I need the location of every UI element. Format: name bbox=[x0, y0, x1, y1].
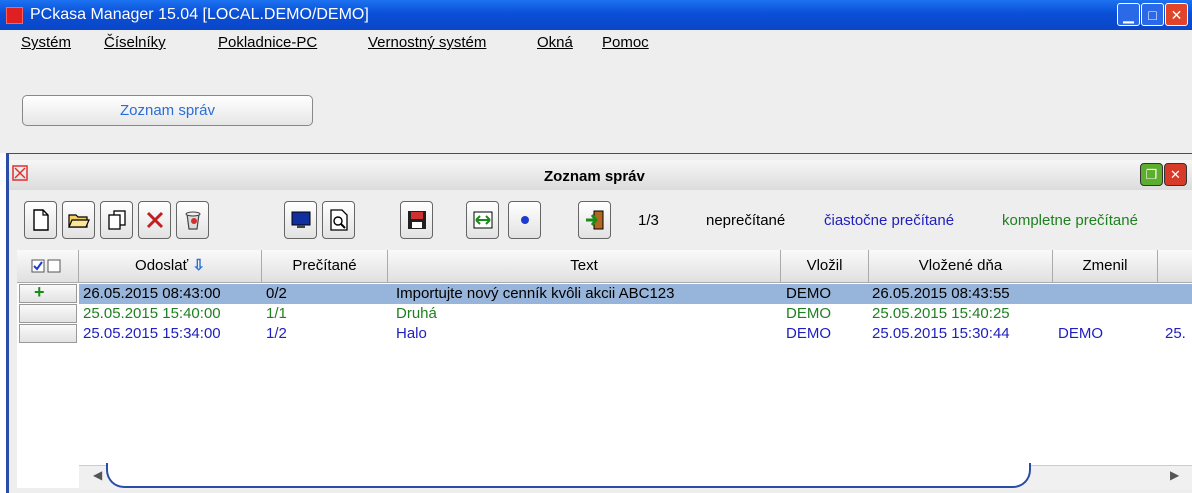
exit-button[interactable] bbox=[578, 201, 611, 239]
table-row[interactable]: 25.05.2015 15:34:00 1/2 Halo DEMO 25.05.… bbox=[79, 324, 1192, 344]
header-odoslat[interactable]: Odoslať ⇩ bbox=[79, 250, 262, 283]
header-odoslat-label: Odoslať bbox=[135, 257, 189, 274]
legend-fully-read: kompletne prečítané bbox=[1002, 212, 1138, 229]
internal-window-title: Zoznam správ bbox=[544, 168, 645, 185]
table-row[interactable]: 25.05.2015 15:40:00 1/1 Druhá DEMO 25.05… bbox=[79, 304, 1192, 324]
delete-icon bbox=[146, 211, 163, 229]
menu-bar bbox=[0, 30, 1192, 61]
legend-unread: neprečítané bbox=[706, 212, 786, 229]
page-counter: 1/3 bbox=[638, 212, 659, 229]
select-all-checkbox[interactable] bbox=[17, 250, 79, 283]
copy-button[interactable] bbox=[100, 201, 133, 239]
scrollbar-thumb[interactable] bbox=[106, 463, 1031, 488]
menu-system[interactable]: Systém bbox=[21, 34, 71, 51]
plus-icon: + bbox=[34, 282, 45, 302]
scroll-right-icon[interactable]: ▶ bbox=[1170, 468, 1179, 482]
cell-vlozil: DEMO bbox=[786, 305, 831, 322]
header-vlozil[interactable]: Vložil bbox=[781, 250, 869, 283]
window-title: PCkasa Manager 15.04 [LOCAL.DEMO/DEMO] bbox=[30, 6, 369, 23]
cell-odoslat: 26.05.2015 08:43:00 bbox=[83, 285, 221, 302]
cell-text: Halo bbox=[396, 325, 427, 342]
monitor-icon bbox=[291, 211, 310, 228]
app-icon bbox=[6, 7, 23, 24]
internal-window-icon bbox=[12, 165, 28, 181]
header-precitane[interactable]: Prečítané bbox=[262, 250, 388, 283]
transfer-icon bbox=[473, 211, 492, 229]
cell-precitane: 1/2 bbox=[266, 325, 287, 342]
legend-partially-read: čiastočne prečítané bbox=[824, 212, 955, 229]
cell-extra: 25. bbox=[1165, 325, 1186, 342]
copy-icon bbox=[107, 210, 126, 230]
header-next bbox=[1158, 250, 1192, 283]
save-button[interactable] bbox=[400, 201, 433, 239]
transfer-button[interactable] bbox=[466, 201, 499, 239]
cell-precitane: 1/1 bbox=[266, 305, 287, 322]
menu-okna[interactable]: Okná bbox=[537, 34, 573, 51]
menu-pokladnice[interactable]: Pokladnice-PC bbox=[218, 34, 317, 51]
exit-door-icon bbox=[585, 210, 603, 230]
sort-down-icon: ⇩ bbox=[192, 257, 205, 274]
cell-precitane: 0/2 bbox=[266, 285, 287, 302]
delete-button[interactable] bbox=[138, 201, 171, 239]
header-zmenil[interactable]: Zmenil bbox=[1053, 250, 1158, 283]
cell-text: Importujte nový cenník kvôli akcii ABC12… bbox=[396, 285, 675, 302]
menu-pomoc[interactable]: Pomoc bbox=[602, 34, 649, 51]
restore-window-button[interactable]: ❐ bbox=[1140, 163, 1163, 186]
record-button[interactable] bbox=[508, 201, 541, 239]
header-vlozene-dna[interactable]: Vložené dňa bbox=[869, 250, 1053, 283]
cell-odoslat: 25.05.2015 15:34:00 bbox=[83, 325, 221, 342]
cell-odoslat: 25.05.2015 15:40:00 bbox=[83, 305, 221, 322]
scroll-left-icon[interactable]: ◀ bbox=[93, 468, 102, 482]
cell-text: Druhá bbox=[396, 305, 437, 322]
cell-vlozene-dna: 26.05.2015 08:43:55 bbox=[872, 285, 1010, 302]
tab-zoznam-sprav[interactable]: Zoznam správ bbox=[22, 95, 313, 126]
new-document-icon bbox=[32, 209, 49, 231]
cell-vlozene-dna: 25.05.2015 15:30:44 bbox=[872, 325, 1010, 342]
window-titlebar: PCkasa Manager 15.04 [LOCAL.DEMO/DEMO] ▁… bbox=[0, 0, 1192, 30]
dot-icon bbox=[520, 216, 529, 224]
save-disk-icon bbox=[407, 211, 426, 229]
open-button[interactable] bbox=[62, 201, 95, 239]
monitor-button[interactable] bbox=[284, 201, 317, 239]
menu-ciselniky[interactable]: Číselníky bbox=[104, 34, 166, 51]
header-text[interactable]: Text bbox=[388, 250, 781, 283]
cell-vlozil: DEMO bbox=[786, 285, 831, 302]
recycle-bin-button[interactable] bbox=[176, 201, 209, 239]
maximize-button[interactable]: □ bbox=[1141, 3, 1164, 26]
cell-vlozil: DEMO bbox=[786, 325, 831, 342]
row-header[interactable] bbox=[19, 304, 77, 323]
row-header[interactable]: + bbox=[19, 282, 77, 303]
trash-icon bbox=[185, 211, 200, 230]
cell-zmenil: DEMO bbox=[1058, 325, 1103, 342]
print-preview-icon bbox=[329, 209, 348, 231]
folder-open-icon bbox=[67, 214, 90, 228]
preview-button[interactable] bbox=[322, 201, 355, 239]
cell-vlozene-dna: 25.05.2015 15:40:25 bbox=[872, 305, 1010, 322]
checkbox-icon bbox=[31, 259, 60, 273]
table-row[interactable]: 26.05.2015 08:43:00 0/2 Importujte nový … bbox=[79, 284, 1192, 304]
close-button[interactable]: ✕ bbox=[1165, 3, 1188, 26]
menu-vernostny-system[interactable]: Vernostný systém bbox=[368, 34, 486, 51]
new-button[interactable] bbox=[24, 201, 57, 239]
row-header[interactable] bbox=[19, 324, 77, 343]
minimize-button[interactable]: ▁ bbox=[1117, 3, 1140, 26]
close-window-button[interactable]: ✕ bbox=[1164, 163, 1187, 186]
